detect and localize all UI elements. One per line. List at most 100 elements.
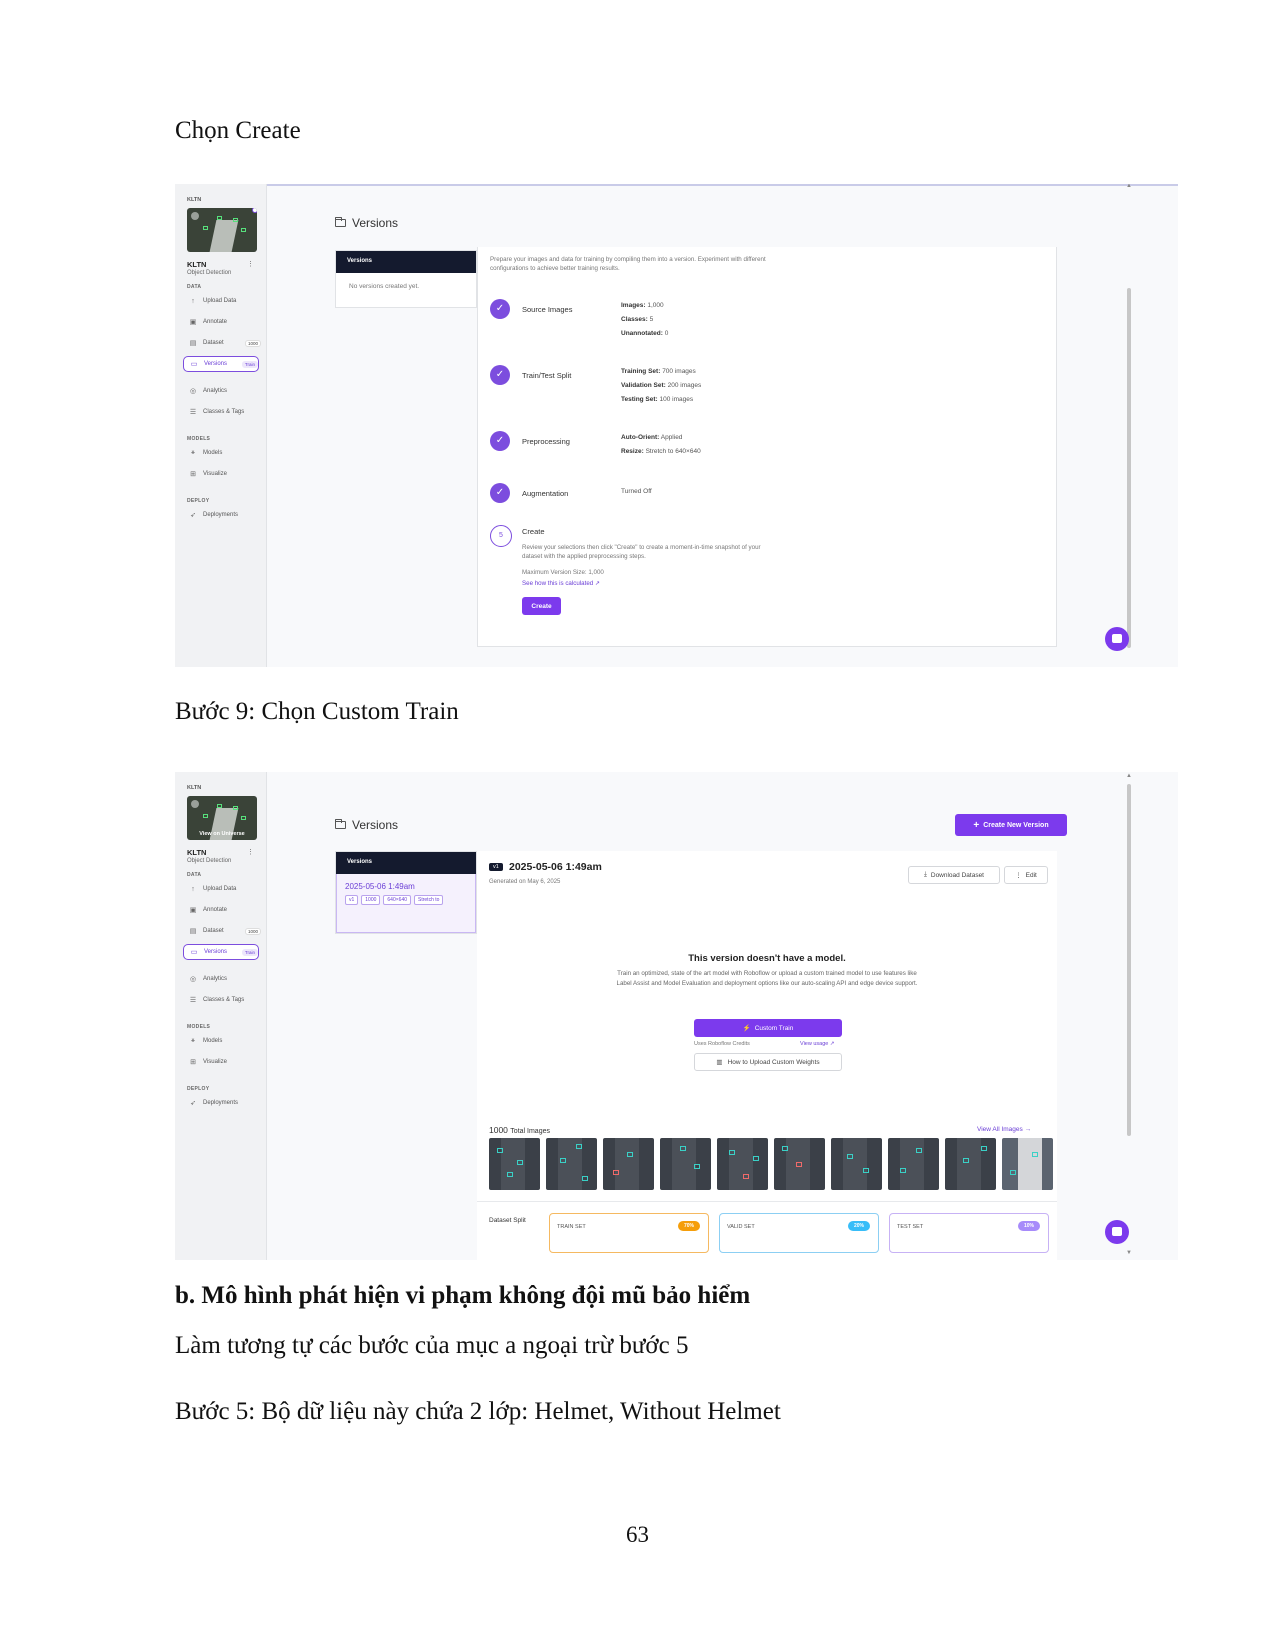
sidebar-item-models[interactable]: ⚹ Models: [187, 445, 261, 461]
upload-custom-weights-button[interactable]: ▥ How to Upload Custom Weights: [694, 1053, 842, 1071]
settings-icon[interactable]: [191, 212, 199, 220]
version-chip: v1: [345, 895, 359, 905]
image-thumbnail[interactable]: [717, 1138, 768, 1190]
thumbnail-box: [217, 804, 222, 808]
settings-icon[interactable]: [191, 800, 199, 808]
edit-button[interactable]: ⋮ Edit: [1004, 866, 1048, 884]
sidebar-item-versions[interactable]: ▭ Versions Train: [183, 944, 259, 960]
sidebar-item-label: Visualize: [203, 471, 227, 477]
create-new-version-button[interactable]: + Create New Version: [955, 814, 1067, 836]
sidebar-item-visualize[interactable]: ⊞ Visualize: [187, 466, 261, 482]
models-icon: ⚹: [190, 449, 196, 456]
thumbnail-road: [843, 1138, 867, 1190]
max-version-size: Maximum Version Size: 1,000: [522, 569, 604, 576]
sidebar-item-label: Annotate: [203, 319, 228, 325]
view-on-universe-link[interactable]: View on Universe: [187, 831, 257, 837]
image-thumbnail[interactable]: [774, 1138, 825, 1190]
testing-value: 100 images: [659, 396, 694, 403]
chat-icon[interactable]: [1105, 627, 1129, 651]
sidebar-item-upload[interactable]: ↑ Upload Data: [187, 881, 261, 897]
thumbnail-box: [753, 1156, 759, 1161]
sidebar-item-label: Deployments: [203, 1100, 239, 1106]
train-badge: Train: [241, 360, 258, 368]
sidebar-item-dataset[interactable]: ▤ Dataset 1000: [187, 335, 261, 351]
image-thumbnail[interactable]: [945, 1138, 996, 1190]
sidebar-item-classes[interactable]: ☰ Classes & Tags: [187, 404, 261, 420]
thumbnail-road: [729, 1138, 753, 1190]
thumbnail-box: [900, 1168, 906, 1173]
generated-date: Generated on May 6, 2025: [489, 879, 561, 885]
create-new-version-label: Create New Version: [983, 821, 1049, 829]
image-thumbnail[interactable]: [831, 1138, 882, 1190]
train-set-percent: 70%: [677, 1221, 700, 1231]
sidebar-item-deployments[interactable]: ➶ Deployments: [187, 507, 261, 523]
download-dataset-label: Download Dataset: [930, 871, 984, 879]
view-all-images-link[interactable]: View All Images →: [977, 1126, 1031, 1133]
scrollbar[interactable]: [1127, 288, 1131, 648]
image-thumbnail[interactable]: [888, 1138, 939, 1190]
image-thumbnail[interactable]: [1002, 1138, 1053, 1190]
page-title-text: Versions: [352, 216, 399, 230]
step-name: Augmentation: [522, 489, 569, 498]
thumbnail-road: [615, 1138, 639, 1190]
custom-train-button[interactable]: ⚡ Custom Train: [694, 1019, 842, 1037]
create-button[interactable]: Create: [522, 597, 561, 615]
scroll-up-icon[interactable]: ▲: [1126, 773, 1132, 779]
more-icon[interactable]: ⋮: [247, 848, 254, 856]
image-thumbnail[interactable]: [489, 1138, 540, 1190]
section-data: DATA: [187, 284, 202, 290]
scrollbar[interactable]: [1127, 784, 1131, 1136]
screenshot-create-version: KLTN KLTN ⋮ Object Detection DATA ↑ Uploa…: [175, 184, 1178, 667]
sidebar-item-models[interactable]: ⚹ Models: [187, 1033, 261, 1049]
more-icon: ⋮: [1015, 872, 1022, 879]
sidebar-item-annotate[interactable]: ▣ Annotate: [187, 902, 261, 918]
upload-icon: ↑: [191, 885, 195, 893]
sidebar: KLTN View on Universe KLTN ⋮ Object Dete…: [175, 772, 267, 1260]
scroll-down-icon[interactable]: ▼: [1126, 1250, 1132, 1256]
total-images: 1000 Total Images: [489, 1125, 550, 1135]
book-icon: ▥: [716, 1059, 723, 1066]
list-icon: ☰: [189, 409, 197, 416]
sidebar-item-label: Versions: [204, 361, 228, 367]
thumbnail-box: [233, 806, 238, 810]
list-icon: ☰: [189, 997, 197, 1004]
valid-set-name: VALID SET: [727, 1224, 755, 1230]
sidebar-item-annotate[interactable]: ▣ Annotate: [187, 314, 261, 330]
sidebar-item-analytics[interactable]: ◎ Analytics: [187, 383, 261, 399]
image-thumbnail[interactable]: [660, 1138, 711, 1190]
image-thumbnail[interactable]: [603, 1138, 654, 1190]
test-set-card: TEST SET 10%: [889, 1213, 1049, 1253]
image-thumbnail[interactable]: [546, 1138, 597, 1190]
sidebar-item-deployments[interactable]: ➶ Deployments: [187, 1095, 261, 1111]
thumbnail-road: [209, 220, 239, 252]
project-thumbnail[interactable]: View on Universe: [187, 796, 257, 840]
step-details: Turned Off: [621, 485, 652, 499]
rocket-icon: ➶: [190, 512, 196, 519]
sidebar-item-dataset[interactable]: ▤ Dataset 1000: [187, 923, 261, 939]
sidebar-item-classes[interactable]: ☰ Classes & Tags: [187, 992, 261, 1008]
download-dataset-button[interactable]: ⤓ Download Dataset: [908, 866, 1000, 884]
version-badge: v1: [489, 863, 503, 871]
sidebar-item-visualize[interactable]: ⊞ Visualize: [187, 1054, 261, 1070]
view-usage-link[interactable]: View usage ↗: [800, 1041, 834, 1047]
project-thumbnail[interactable]: [187, 208, 257, 252]
sidebar-item-versions[interactable]: ▭ Versions Train: [183, 356, 259, 372]
thumbnail-box: [582, 1176, 588, 1181]
sidebar-item-label: Annotate: [203, 907, 228, 913]
scroll-up-icon[interactable]: ▲: [1126, 184, 1132, 189]
images-label: Images:: [621, 302, 646, 309]
sidebar-item-upload[interactable]: ↑ Upload Data: [187, 293, 261, 309]
how-calculated-link[interactable]: See how this is calculated ↗: [522, 580, 600, 587]
dataset-icon: ▤: [189, 928, 197, 935]
no-versions-text: No versions created yet.: [349, 283, 420, 290]
version-list-item[interactable]: 2025-05-06 1:49am v1 1000 640×640 Stretc…: [336, 874, 476, 933]
step-number: 5: [490, 525, 512, 547]
train-set-name: TRAIN SET: [557, 1224, 586, 1230]
more-icon[interactable]: ⋮: [247, 260, 254, 268]
version-chips: v1 1000 640×640 Stretch to: [345, 895, 470, 905]
sidebar-item-analytics[interactable]: ◎ Analytics: [187, 971, 261, 987]
chat-icon[interactable]: [1105, 1220, 1129, 1244]
sidebar-item-label: Upload Data: [203, 298, 237, 304]
folder-icon: [335, 819, 346, 829]
intro-text: Prepare your images and data for trainin…: [490, 256, 766, 272]
